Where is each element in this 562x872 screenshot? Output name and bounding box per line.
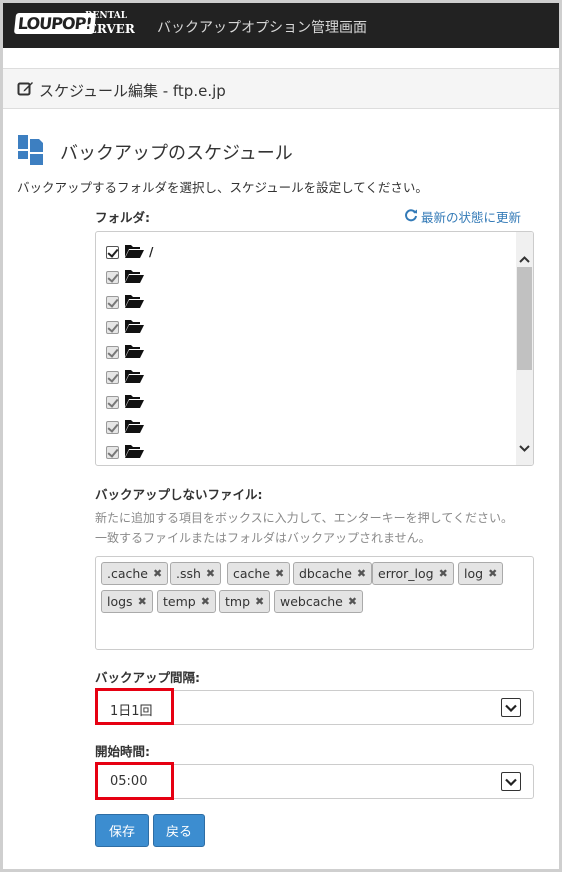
page-title: スケジュール編集 - ftp.e.jp: [39, 82, 226, 100]
folder-open-icon: [125, 243, 144, 262]
folder-checkbox[interactable]: [106, 445, 119, 459]
remove-tag-icon[interactable]: ✖: [348, 595, 357, 608]
remove-tag-icon[interactable]: ✖: [255, 595, 264, 608]
exclude-tag: temp ✖: [157, 590, 216, 613]
exclude-tag: dbcache ✖: [293, 562, 373, 585]
tag-label: logs: [107, 594, 133, 609]
folder-checkbox[interactable]: [106, 270, 119, 284]
refresh-icon: [404, 208, 418, 225]
help-line-1: 新たに追加する項目をボックスに入力して、エンターキーを押してください。: [95, 511, 513, 525]
remove-tag-icon[interactable]: ✖: [439, 567, 448, 580]
folder-item[interactable]: [106, 393, 149, 411]
remove-tag-icon[interactable]: ✖: [138, 595, 147, 608]
page-header: スケジュール編集 - ftp.e.jp: [3, 68, 559, 109]
scroll-thumb[interactable]: [517, 267, 532, 370]
start-time-label: 開始時間:: [95, 744, 150, 759]
chevron-up-icon[interactable]: [519, 248, 530, 267]
exclude-tags-input[interactable]: .cache ✖ .ssh ✖ cache ✖ dbcache ✖ error_log ✖…: [95, 556, 534, 650]
folder-item[interactable]: [106, 368, 149, 386]
tag-label: .ssh: [176, 566, 201, 581]
exclude-tag: webcache ✖: [274, 590, 364, 613]
folder-item[interactable]: [106, 293, 149, 311]
folder-checkbox[interactable]: [106, 370, 119, 384]
folder-open-icon: [125, 443, 144, 462]
folder-checkbox[interactable]: [106, 395, 119, 409]
interval-highlight-box: [95, 688, 174, 725]
folder-checkbox[interactable]: [106, 245, 119, 259]
remove-tag-icon[interactable]: ✖: [357, 567, 366, 580]
folder-scrollbar[interactable]: [516, 232, 533, 465]
exclude-tag: log ✖: [458, 562, 504, 585]
folder-item[interactable]: /: [106, 243, 153, 261]
folder-checkbox[interactable]: [106, 420, 119, 434]
folder-checkbox[interactable]: [106, 345, 119, 359]
chevron-down-icon[interactable]: [501, 698, 521, 717]
folder-checkbox[interactable]: [106, 320, 119, 334]
tag-label: .cache: [107, 566, 148, 581]
logo[interactable]: LOUPOP! RENTAL SERVER: [13, 11, 135, 41]
tag-label: tmp: [225, 594, 251, 609]
chevron-down-icon[interactable]: [501, 772, 521, 791]
remove-tag-icon[interactable]: ✖: [275, 567, 284, 580]
folder-item[interactable]: [106, 418, 149, 436]
refresh-link[interactable]: 最新の状態に更新: [404, 207, 521, 226]
backup-files-icon: [17, 134, 47, 170]
folder-name: /: [149, 245, 154, 259]
tag-label: dbcache: [299, 566, 352, 581]
exclude-tag: tmp ✖: [219, 590, 271, 613]
edit-icon: [17, 80, 34, 101]
tag-label: log: [464, 566, 484, 581]
remove-tag-icon[interactable]: ✖: [153, 567, 162, 580]
section-title: バックアップのスケジュール: [60, 143, 293, 164]
start-time-highlight-box: [95, 762, 174, 800]
folder-open-icon: [125, 318, 144, 337]
folder-open-icon: [125, 343, 144, 362]
exclude-label: バックアップしないファイル:: [95, 487, 263, 502]
folder-open-icon: [125, 418, 144, 437]
tag-label: webcache: [280, 594, 343, 609]
folder-label: フォルダ:: [95, 210, 150, 225]
tag-label: temp: [163, 594, 196, 609]
folder-item[interactable]: [106, 268, 149, 286]
help-line-2: 一致するファイルまたはフォルダはバックアップされません。: [95, 531, 431, 545]
exclude-tag: .ssh ✖: [170, 562, 222, 585]
folder-open-icon: [125, 393, 144, 412]
interval-label: バックアップ間隔:: [95, 670, 200, 685]
folder-item[interactable]: [106, 443, 149, 461]
remove-tag-icon[interactable]: ✖: [206, 567, 215, 580]
remove-tag-icon[interactable]: ✖: [201, 595, 210, 608]
folder-open-icon: [125, 268, 144, 287]
folder-open-icon: [125, 293, 144, 312]
exclude-tag: .cache ✖: [101, 562, 169, 585]
exclude-tag: error_log ✖: [372, 562, 454, 585]
instruction-text: バックアップするフォルダを選択し、スケジュールを設定してください。: [17, 180, 428, 195]
back-button[interactable]: 戻る: [153, 814, 205, 847]
refresh-label: 最新の状態に更新: [421, 210, 522, 225]
folder-item[interactable]: [106, 318, 149, 336]
folder-checkbox[interactable]: [106, 295, 119, 309]
logo-rental: RENTAL: [85, 11, 128, 21]
exclude-tag: logs ✖: [101, 590, 153, 613]
save-button[interactable]: 保存: [95, 814, 149, 847]
folder-open-icon: [125, 368, 144, 387]
chevron-down-icon[interactable]: [519, 437, 530, 456]
app-title: バックアップオプション管理画面: [157, 20, 367, 36]
folder-item[interactable]: [106, 343, 149, 361]
remove-tag-icon[interactable]: ✖: [488, 567, 497, 580]
top-navbar: LOUPOP! RENTAL SERVER バックアップオプション管理画面: [3, 3, 559, 48]
tag-label: cache: [233, 566, 271, 581]
tag-label: error_log: [378, 566, 434, 581]
exclude-help: 新たに追加する項目をボックスに入力して、エンターキーを押してください。 一致する…: [95, 508, 513, 548]
folder-tree[interactable]: /: [95, 231, 534, 466]
logo-server: SERVER: [79, 22, 135, 36]
exclude-tag: cache ✖: [227, 562, 291, 585]
